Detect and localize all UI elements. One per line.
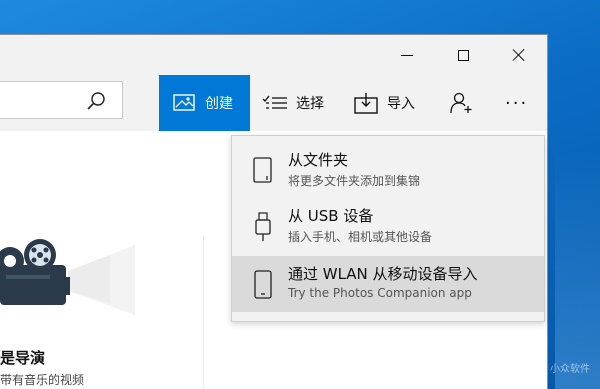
menu-item-subtitle: 插入手机、相机或其他设备 [288,230,433,244]
search-input[interactable] [0,81,123,119]
watermark: 小众软件 [550,364,590,375]
more-icon: ··· [505,92,529,114]
menu-item-from-wlan[interactable]: 通过 WLAN 从移动设备导入 Try the Photos Companion… [232,256,544,312]
wallpaper-light [555,150,600,389]
select-list-icon [262,95,287,109]
people-button[interactable] [450,75,474,131]
minimize-icon [401,54,413,56]
maximize-button[interactable] [440,35,486,75]
search-icon[interactable] [86,91,106,111]
create-icon [173,94,195,111]
menu-item-from-usb[interactable]: 从 USB 设备 插入手机、相机或其他设备 [232,198,544,254]
import-label: 导入 [387,96,415,112]
usb-icon [255,212,271,241]
create-button[interactable]: 创建 [159,75,250,131]
import-dropdown-menu: 从文件夹 将更多文件夹添加到集锦 从 USB 设备 插入手机、相机或其他设备 通… [231,135,545,322]
content-divider [203,236,204,389]
import-button[interactable]: 导入 [353,75,415,131]
menu-item-from-folder[interactable]: 从文件夹 将更多文件夹添加到集锦 [232,142,544,198]
select-label: 选择 [296,96,324,112]
card-title: 是导演 [0,349,46,367]
menu-item-title: 从文件夹 [288,151,349,169]
close-icon [512,48,526,62]
more-options-button[interactable]: ··· [505,75,528,131]
menu-item-title: 通过 WLAN 从移动设备导入 [288,265,478,283]
toolbar: 创建 选择 导入 ··· [0,75,547,131]
add-person-icon [450,92,472,114]
menu-item-title: 从 USB 设备 [288,207,374,225]
select-button[interactable]: 选择 [262,75,324,131]
title-bar [0,35,547,75]
import-icon [354,93,378,114]
minimize-button[interactable] [384,35,430,75]
folder-device-icon [253,157,272,183]
phone-icon [254,270,272,299]
film-projector-icon [0,239,135,315]
menu-item-subtitle: 将更多文件夹添加到集锦 [288,174,421,188]
card-subtitle: 带有音乐的视频 [0,373,85,387]
create-label: 创建 [205,96,233,112]
maximize-icon [457,49,469,61]
close-button[interactable] [496,35,542,75]
director-card[interactable]: 是导演 带有音乐的视频 [0,331,202,389]
menu-item-subtitle: Try the Photos Companion app [288,286,472,300]
